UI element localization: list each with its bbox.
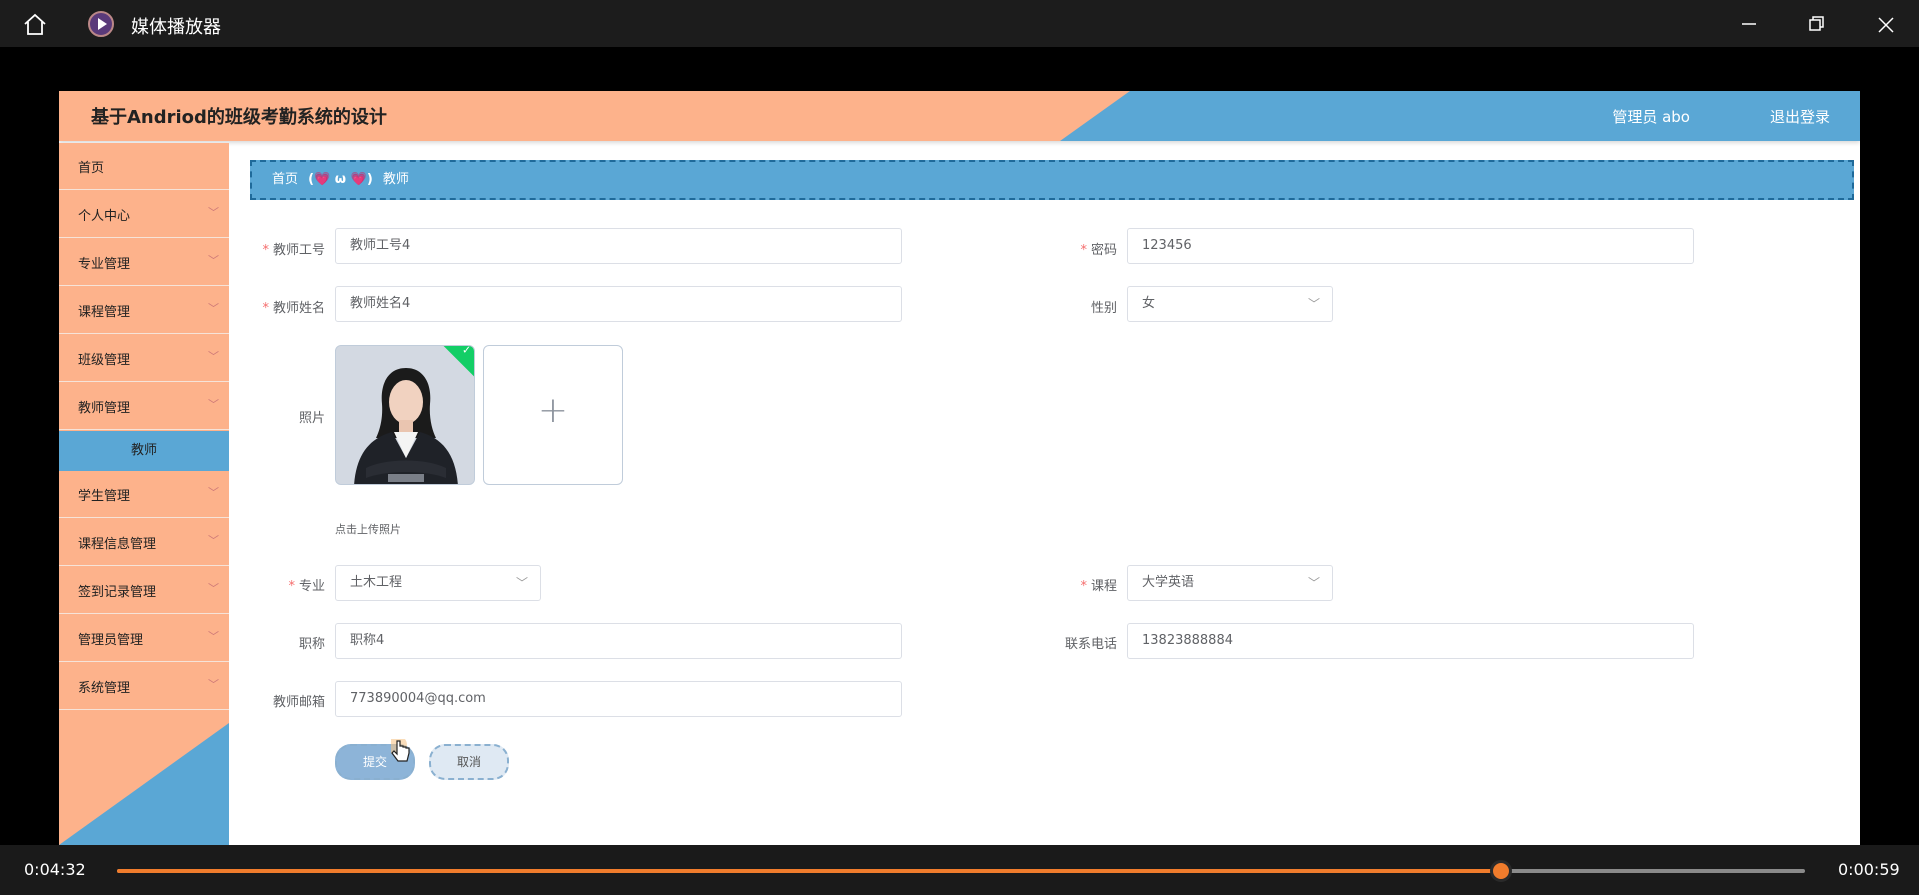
elapsed-time: 0:04:32 — [24, 860, 86, 879]
chevron-down-icon: ﹀ — [208, 534, 219, 547]
course-select[interactable]: 大学英语 ﹀ — [1127, 565, 1333, 601]
admin-user-label: 管理员 abo — [1612, 108, 1690, 126]
phone-input[interactable]: 13823888884 — [1127, 623, 1694, 659]
sidebar-item-label: 班级管理 — [78, 353, 131, 368]
breadcrumb-home[interactable]: 首页 — [272, 172, 298, 187]
home-icon[interactable] — [22, 12, 48, 36]
sidebar-decoration — [59, 723, 229, 845]
sidebar-item-label: 教师管理 — [78, 401, 131, 416]
job-title-input[interactable]: 职称4 — [335, 623, 902, 659]
sidebar-item-personal-center[interactable]: 个人中心 ﹀ — [59, 191, 229, 238]
gender-select[interactable]: 女 ﹀ — [1127, 286, 1333, 322]
hand-cursor-icon — [391, 739, 410, 762]
teacher-portrait-image — [336, 346, 474, 484]
teacher-photo[interactable]: ✓ — [335, 345, 475, 485]
sidebar-item-class-management[interactable]: 班级管理 ﹀ — [59, 335, 229, 382]
remaining-time: 0:00:59 — [1838, 860, 1900, 879]
gender-value: 女 — [1142, 296, 1156, 311]
sidebar-item-label: 签到记录管理 — [78, 585, 157, 600]
major-label: * 专业 — [288, 579, 325, 594]
gender-label: 性别 — [1090, 301, 1117, 316]
media-player-logo-icon — [88, 11, 114, 37]
cancel-button[interactable]: 取消 — [429, 744, 509, 780]
email-label: 教师邮箱 — [272, 695, 325, 710]
sidebar-item-student-management[interactable]: 学生管理 ﹀ — [59, 471, 229, 518]
chevron-down-icon: ﹀ — [1307, 576, 1320, 590]
breadcrumb: 首页 (💗 ω 💗) 教师 — [250, 160, 1854, 200]
sidebar-item-course-info-management[interactable]: 课程信息管理 ﹀ — [59, 519, 229, 566]
player-title: 媒体播放器 — [131, 17, 221, 38]
close-icon[interactable] — [1871, 10, 1899, 38]
chevron-down-icon: ﹀ — [208, 486, 219, 499]
teacher-id-label: * 教师工号 — [262, 243, 325, 258]
teacher-id-input[interactable]: 教师工号4 — [335, 228, 902, 264]
teacher-name-input[interactable]: 教师姓名4 — [335, 286, 902, 322]
header-blue-band — [1060, 91, 1860, 141]
player-controls: 0:04:32 0:00:59 — [0, 845, 1919, 895]
seek-bar-progress — [117, 869, 1502, 873]
check-icon: ✓ — [462, 345, 472, 357]
teacher-name-label: * 教师姓名 — [262, 301, 325, 316]
sidebar-item-checkin-records[interactable]: 签到记录管理 ﹀ — [59, 567, 229, 614]
seek-bar[interactable] — [117, 869, 1805, 873]
course-value: 大学英语 — [1142, 575, 1195, 590]
sidebar-item-label: 课程信息管理 — [78, 537, 157, 552]
sidebar-item-major-management[interactable]: 专业管理 ﹀ — [59, 239, 229, 286]
restore-icon[interactable] — [1802, 10, 1830, 38]
chevron-down-icon: ﹀ — [208, 350, 219, 363]
chevron-down-icon: ﹀ — [208, 206, 219, 219]
player-titlebar: 媒体播放器 — [0, 0, 1919, 47]
plus-icon: + — [537, 390, 569, 431]
major-select[interactable]: 土木工程 ﹀ — [335, 565, 541, 601]
sidebar-item-system-management[interactable]: 系统管理 ﹀ — [59, 663, 229, 710]
sidebar: 首页 个人中心 ﹀ 专业管理 ﹀ 课程管理 ﹀ 班级管理 ﹀ 教师管理 ﹀ 教师 学生管理… — [59, 143, 229, 845]
sidebar-item-admin-management[interactable]: 管理员管理 ﹀ — [59, 615, 229, 662]
sidebar-subitem-teacher[interactable]: 教师 — [59, 431, 229, 471]
app-title: 基于Andriod的班级考勤系统的设计 — [91, 107, 387, 128]
major-value: 土木工程 — [350, 575, 403, 590]
job-title-label: 职称 — [298, 637, 325, 652]
course-label: * 课程 — [1080, 579, 1117, 594]
app-header: 基于Andriod的班级考勤系统的设计 管理员 abo 退出登录 — [59, 91, 1860, 141]
sidebar-item-label: 首页 — [78, 161, 105, 176]
sidebar-item-label: 系统管理 — [78, 681, 131, 696]
sidebar-item-label: 课程管理 — [78, 305, 131, 320]
phone-label: 联系电话 — [1064, 637, 1117, 652]
seek-handle[interactable] — [1490, 860, 1513, 882]
sidebar-item-teacher-management[interactable]: 教师管理 ﹀ — [59, 383, 229, 430]
photo-upload-button[interactable]: + — [483, 345, 623, 485]
email-input[interactable]: 773890004@qq.com — [335, 681, 902, 717]
password-input[interactable]: 123456 — [1127, 228, 1694, 264]
chevron-down-icon: ﹀ — [208, 678, 219, 691]
photo-label: 照片 — [298, 411, 325, 426]
breadcrumb-current: 教师 — [382, 172, 409, 187]
sidebar-item-label: 管理员管理 — [78, 633, 144, 648]
breadcrumb-separator: (💗 ω 💗) — [308, 172, 373, 187]
sidebar-item-course-management[interactable]: 课程管理 ﹀ — [59, 287, 229, 334]
sidebar-item-label: 学生管理 — [78, 489, 131, 504]
upload-hint: 点击上传照片 — [335, 523, 401, 536]
sidebar-item-home[interactable]: 首页 — [59, 143, 229, 190]
chevron-down-icon: ﹀ — [1307, 297, 1320, 311]
minimize-icon[interactable] — [1734, 10, 1762, 38]
password-label: * 密码 — [1080, 243, 1117, 258]
logout-link[interactable]: 退出登录 — [1770, 106, 1830, 127]
sidebar-item-label: 个人中心 — [78, 209, 131, 224]
sidebar-item-label: 专业管理 — [78, 257, 131, 272]
web-app-frame: 基于Andriod的班级考勤系统的设计 管理员 abo 退出登录 首页 个人中心… — [59, 91, 1860, 845]
chevron-down-icon: ﹀ — [515, 576, 528, 590]
